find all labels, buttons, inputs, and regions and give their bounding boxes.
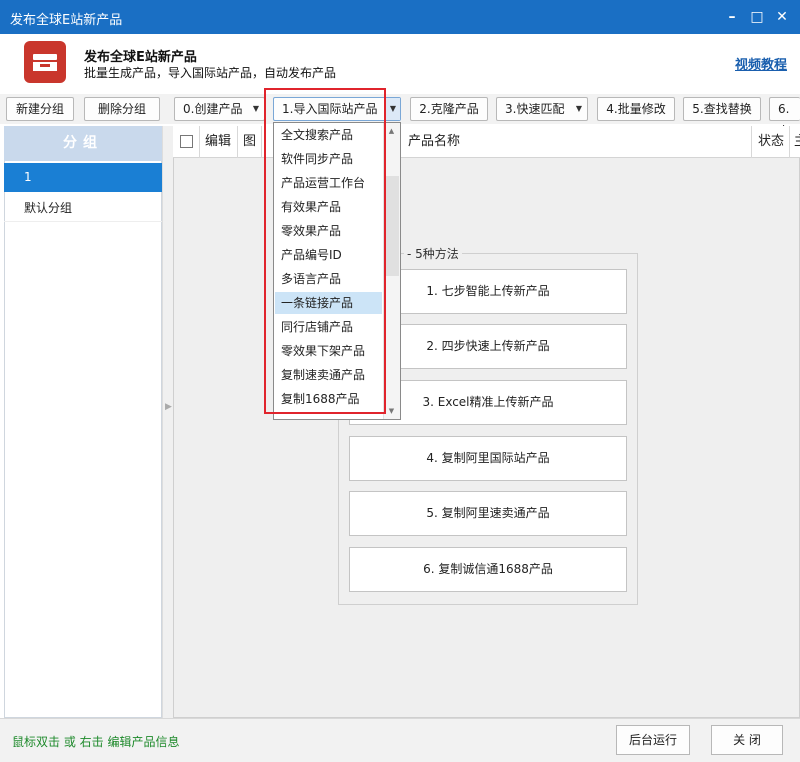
- chevron-down-icon: ▼: [386, 98, 400, 120]
- quick-match-label: 3.快速匹配: [505, 102, 565, 116]
- column-status[interactable]: 状态: [752, 126, 790, 158]
- app-icon: [24, 41, 66, 83]
- upload-button-partial[interactable]: 6.上: [769, 97, 800, 138]
- create-product-label: 0.创建产品: [183, 102, 243, 116]
- chevron-down-icon: ▼: [252, 104, 259, 113]
- chevron-down-icon: ▼: [575, 104, 582, 113]
- method-button-4[interactable]: 4. 复制阿里国际站产品: [349, 436, 627, 481]
- title-bar: 发布全球E站新产品 – □ ✕: [0, 0, 800, 34]
- highlight-annotation-box: [264, 88, 386, 414]
- create-product-dropdown[interactable]: 0.创建产品 ▼: [174, 97, 265, 121]
- new-group-button[interactable]: 新建分组: [6, 97, 74, 121]
- method-button-6[interactable]: 6. 复制诚信通1688产品: [349, 547, 627, 592]
- run-background-button[interactable]: 后台运行: [616, 725, 690, 755]
- dropdown-scroll-thumb[interactable]: [384, 176, 399, 276]
- chevron-right-icon: ▶: [165, 402, 172, 412]
- delete-group-button[interactable]: 删除分组: [84, 97, 160, 121]
- panel-splitter[interactable]: ▶: [162, 126, 173, 718]
- app-name: 发布全球E站新产品: [84, 50, 197, 65]
- batch-modify-button[interactable]: 4.批量修改: [597, 97, 675, 121]
- column-product-name[interactable]: 产品名称: [400, 126, 752, 158]
- maximize-button[interactable]: □: [745, 6, 769, 28]
- group-header: 分组: [4, 126, 162, 161]
- group-item-default[interactable]: 默认分组: [4, 194, 162, 222]
- group-item-1[interactable]: 1: [4, 163, 162, 192]
- minimize-button[interactable]: –: [720, 6, 744, 28]
- status-hint: 鼠标双击 或 右击 编辑产品信息: [12, 735, 180, 749]
- find-replace-button[interactable]: 5.查找替换: [683, 97, 761, 121]
- method-button-5[interactable]: 5. 复制阿里速卖通产品: [349, 491, 627, 536]
- clone-product-button[interactable]: 2.克隆产品: [410, 97, 488, 121]
- video-tutorial-link[interactable]: 视频教程: [735, 54, 787, 73]
- close-window-button[interactable]: ✕: [770, 6, 794, 28]
- window-title: 发布全球E站新产品: [10, 13, 123, 28]
- quick-match-dropdown[interactable]: 3.快速匹配 ▼: [496, 97, 588, 121]
- app-subtitle: 批量生成产品，导入国际站产品，自动发布产品: [84, 66, 337, 80]
- column-more[interactable]: 主: [790, 126, 800, 158]
- column-edit[interactable]: 编辑: [200, 126, 238, 158]
- column-image[interactable]: 图: [238, 126, 262, 158]
- methods-legend: - 5种方法: [404, 245, 462, 262]
- close-button[interactable]: 关 闭: [711, 725, 783, 755]
- checkbox-column: [173, 126, 200, 158]
